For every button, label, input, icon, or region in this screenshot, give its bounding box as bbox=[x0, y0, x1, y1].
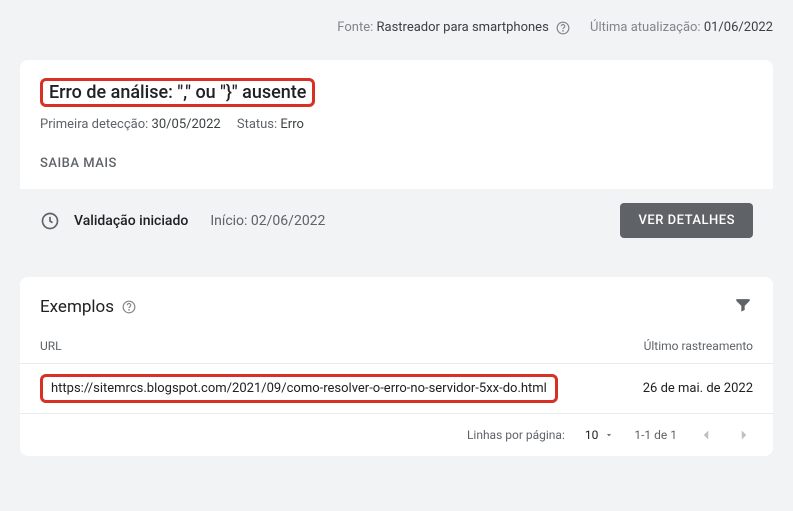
status-value: Erro bbox=[280, 117, 304, 132]
update-label: Última atualização: bbox=[590, 20, 701, 35]
learn-more-link[interactable]: SAIBA MAIS bbox=[40, 156, 753, 171]
next-page-button[interactable] bbox=[735, 426, 753, 444]
validation-status: Validação iniciado bbox=[74, 213, 188, 229]
view-details-button[interactable]: VER DETALHES bbox=[620, 203, 753, 238]
issue-meta: Primeira detecção: 30/05/2022 Status: Er… bbox=[40, 117, 753, 132]
first-detected-value: 30/05/2022 bbox=[152, 117, 221, 132]
update-info: Última atualização: 01/06/2022 bbox=[590, 20, 773, 35]
url-column-header: URL bbox=[40, 339, 644, 353]
source-value: Rastreador para smartphones bbox=[376, 20, 548, 35]
status-label: Status: bbox=[237, 117, 277, 132]
chevron-left-icon bbox=[697, 426, 715, 444]
issue-header: Erro de análise: "," ou "}" ausente Prim… bbox=[20, 60, 773, 189]
clock-icon bbox=[40, 211, 60, 231]
pagination: Linhas por página: 10 1-1 de 1 bbox=[20, 414, 773, 456]
example-url: https://sitemrcs.blogspot.com/2021/09/co… bbox=[51, 381, 547, 396]
examples-card: Exemplos URL Último rastreamento https:/… bbox=[20, 277, 773, 456]
validation-start: Início: 02/06/2022 bbox=[210, 213, 325, 229]
issue-title-highlight: Erro de análise: "," ou "}" ausente bbox=[40, 78, 315, 107]
chevron-right-icon bbox=[735, 426, 753, 444]
issue-title: Erro de análise: "," ou "}" ausente bbox=[49, 82, 306, 103]
example-url-highlight: https://sitemrcs.blogspot.com/2021/09/co… bbox=[40, 374, 558, 403]
prev-page-button[interactable] bbox=[697, 426, 715, 444]
table-row[interactable]: https://sitemrcs.blogspot.com/2021/09/co… bbox=[20, 364, 773, 414]
validation-bar: Validação iniciado Início: 02/06/2022 VE… bbox=[20, 189, 773, 252]
page-range: 1-1 de 1 bbox=[634, 428, 677, 442]
update-value: 01/06/2022 bbox=[704, 20, 773, 35]
examples-header: Exemplos bbox=[20, 277, 773, 329]
chevron-down-icon bbox=[604, 430, 614, 440]
examples-title: Exemplos bbox=[40, 297, 114, 317]
last-crawl-column-header: Último rastreamento bbox=[644, 339, 753, 353]
source-info: Fonte: Rastreador para smartphones bbox=[337, 20, 570, 35]
top-info-bar: Fonte: Rastreador para smartphones Últim… bbox=[20, 20, 773, 35]
rows-per-page-select[interactable]: 10 bbox=[585, 428, 615, 442]
table-header: URL Último rastreamento bbox=[20, 329, 773, 364]
example-crawl-date: 26 de mai. de 2022 bbox=[643, 381, 753, 396]
issue-card: Erro de análise: "," ou "}" ausente Prim… bbox=[20, 60, 773, 252]
help-icon[interactable] bbox=[556, 21, 570, 35]
first-detected-label: Primeira detecção: bbox=[40, 117, 148, 132]
rows-per-page-label: Linhas por página: bbox=[467, 428, 565, 442]
filter-icon[interactable] bbox=[733, 295, 753, 319]
help-icon[interactable] bbox=[122, 300, 136, 314]
source-label: Fonte: bbox=[337, 20, 373, 35]
